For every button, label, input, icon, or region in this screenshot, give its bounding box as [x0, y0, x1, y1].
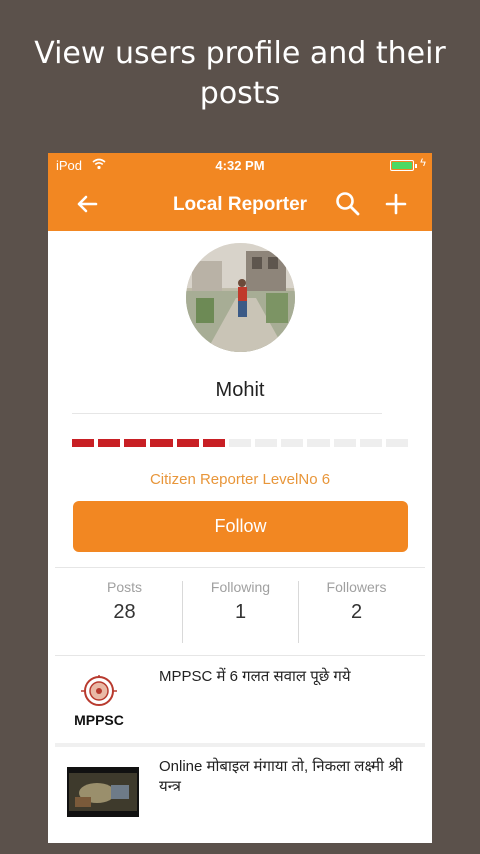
level-segment: [150, 439, 173, 447]
level-segment: [202, 439, 225, 447]
avatar[interactable]: [186, 243, 295, 352]
post-item[interactable]: Online मोबाइल मंगाया तो, निकला लक्ष्मी श…: [55, 747, 425, 843]
follow-button[interactable]: Follow: [73, 501, 408, 552]
stat-value: 2: [350, 601, 363, 623]
post-photo: [67, 767, 139, 817]
level-segment: [359, 439, 382, 447]
level-segment: [307, 439, 330, 447]
stat-value: 28: [113, 601, 136, 623]
charging-icon: ϟ: [420, 157, 426, 169]
divider: [55, 567, 425, 568]
status-bar: iPod 4:32 PM ϟ: [48, 153, 432, 177]
promo-headline: View users profile and their posts: [0, 34, 480, 114]
clock: 4:32 PM: [215, 158, 265, 173]
level-progress-bar: [72, 439, 408, 447]
post-thumbnail: [67, 767, 139, 817]
level-segment: [124, 439, 147, 447]
level-segment: [72, 439, 95, 447]
phone-screen: iPod 4:32 PM ϟ Local Reporter Mohit Citi…: [48, 153, 432, 843]
stat-label: Followers: [326, 579, 387, 595]
stat-label: Following: [210, 579, 271, 595]
level-segment: [255, 439, 278, 447]
avatar-photo: [186, 243, 295, 352]
post-title: MPPSC में 6 गलत सवाल पूछे गये: [159, 668, 351, 685]
battery-icon: [390, 160, 417, 171]
promo-line-2: posts: [199, 76, 281, 111]
divider: [55, 655, 425, 656]
plus-icon[interactable]: [381, 189, 411, 219]
divider: [72, 413, 382, 414]
nav-bar: Local Reporter: [48, 181, 432, 227]
level-segment: [98, 439, 121, 447]
search-icon[interactable]: [334, 190, 362, 218]
top-bar: iPod 4:32 PM ϟ Local Reporter: [48, 153, 432, 231]
level-label: Citizen Reporter LevelNo 6: [149, 471, 331, 488]
nav-title: Local Reporter: [172, 194, 308, 215]
stat-label: Posts: [106, 579, 142, 595]
mppsc-logo-text: MPPSC: [74, 712, 124, 728]
level-segment: [176, 439, 199, 447]
stat-value: 1: [234, 601, 247, 623]
stat-posts[interactable]: Posts 28: [66, 579, 183, 624]
level-segment: [385, 439, 408, 447]
level-segment: [228, 439, 252, 447]
mppsc-logo-icon: MPPSC: [74, 675, 124, 728]
post-thumbnail: MPPSC: [67, 671, 131, 729]
post-item[interactable]: MPPSC MPPSC में 6 गलत सवाल पूछे गये: [55, 657, 425, 743]
profile-name: Mohit: [215, 379, 265, 401]
post-title: Online मोबाइल मंगाया तो, निकला लक्ष्मी श…: [159, 758, 403, 795]
stat-following[interactable]: Following 1: [182, 579, 299, 624]
promo-line-1: View users profile and their: [34, 36, 446, 71]
level-segment: [281, 439, 304, 447]
stat-followers[interactable]: Followers 2: [298, 579, 415, 624]
level-segment: [333, 439, 356, 447]
